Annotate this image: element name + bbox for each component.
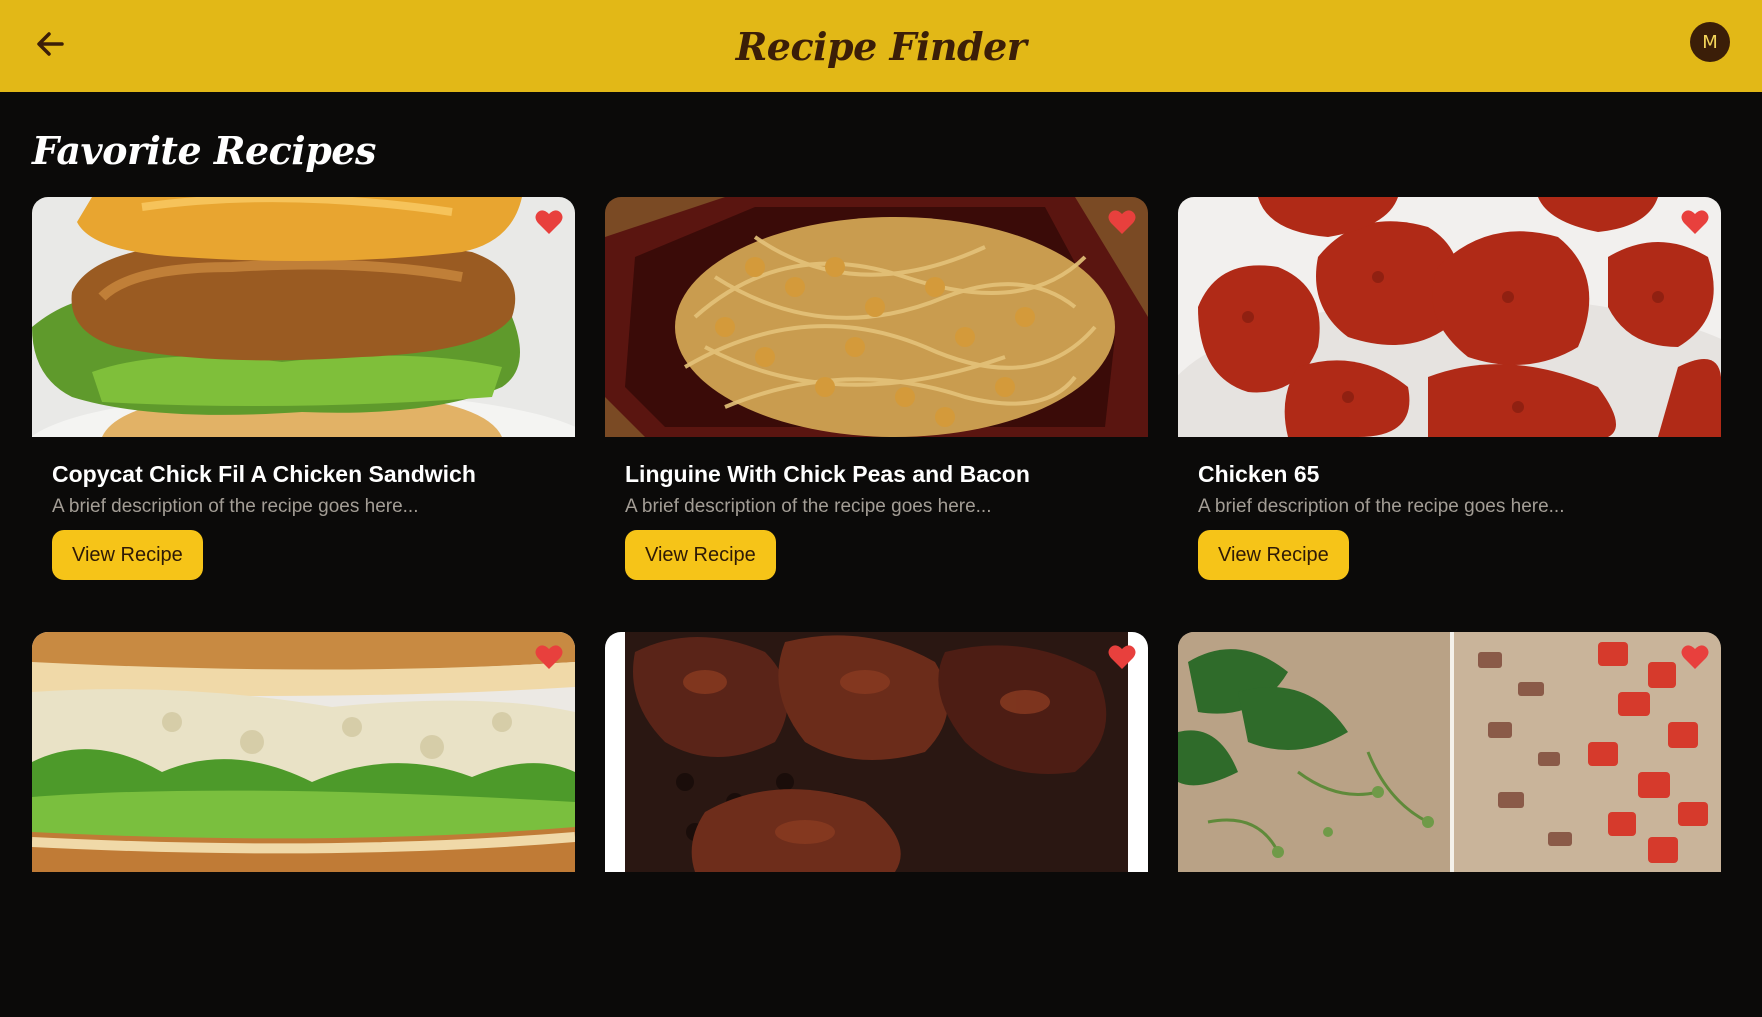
recipe-description: A brief description of the recipe goes h… — [1198, 496, 1565, 517]
recipe-grid: Copycat Chick Fil A Chicken Sandwich A b… — [32, 197, 1722, 1017]
recipe-title: Copycat Chick Fil A Chicken Sandwich — [52, 461, 476, 487]
herbs-and-tomatoes-photo — [1178, 632, 1721, 872]
recipe-title: Linguine With Chick Peas and Bacon — [625, 461, 1030, 487]
view-recipe-button[interactable]: View Recipe — [625, 530, 776, 580]
recipe-description: A brief description of the recipe goes h… — [52, 496, 419, 517]
chicken-sandwich-photo — [32, 197, 575, 437]
recipe-card: Linguine With Chick Peas and Bacon A bri… — [605, 197, 1148, 582]
view-recipe-button[interactable]: View Recipe — [1198, 530, 1349, 580]
heart-icon[interactable] — [1108, 209, 1136, 235]
recipe-card: Copycat Chick Fil A Chicken Sandwich A b… — [32, 197, 575, 582]
back-button[interactable] — [30, 24, 70, 64]
heart-icon[interactable] — [535, 209, 563, 235]
app-title: Recipe Finder — [735, 23, 1027, 69]
recipe-card — [1178, 632, 1721, 1017]
recipe-card-body: Chicken 65 A brief description of the re… — [1178, 437, 1721, 580]
section-title: Favorite Recipes — [32, 128, 376, 173]
grilled-chicken-photo — [605, 632, 1148, 872]
chicken-salad-sandwich-photo — [32, 632, 575, 872]
recipe-image — [32, 632, 575, 872]
recipe-card-body: Linguine With Chick Peas and Bacon A bri… — [605, 437, 1148, 580]
recipe-card: Chicken 65 A brief description of the re… — [1178, 197, 1721, 582]
recipe-image — [605, 632, 1148, 872]
recipe-image — [605, 197, 1148, 437]
app-header: Recipe Finder M — [0, 0, 1762, 92]
recipe-image — [1178, 197, 1721, 437]
recipe-card-body: Copycat Chick Fil A Chicken Sandwich A b… — [32, 437, 575, 580]
heart-icon[interactable] — [1681, 644, 1709, 670]
recipe-image — [32, 197, 575, 437]
fried-chicken-pieces-photo — [1178, 197, 1721, 437]
recipe-card — [32, 632, 575, 1017]
heart-icon[interactable] — [535, 644, 563, 670]
arrow-left-icon — [37, 32, 64, 56]
recipe-image — [1178, 632, 1721, 872]
recipe-title: Chicken 65 — [1198, 461, 1320, 487]
heart-icon[interactable] — [1108, 644, 1136, 670]
user-avatar[interactable]: M — [1690, 22, 1730, 62]
heart-icon[interactable] — [1681, 209, 1709, 235]
view-recipe-button[interactable]: View Recipe — [52, 530, 203, 580]
recipe-description: A brief description of the recipe goes h… — [625, 496, 992, 517]
recipe-card — [605, 632, 1148, 1017]
linguine-chickpeas-photo — [605, 197, 1148, 437]
